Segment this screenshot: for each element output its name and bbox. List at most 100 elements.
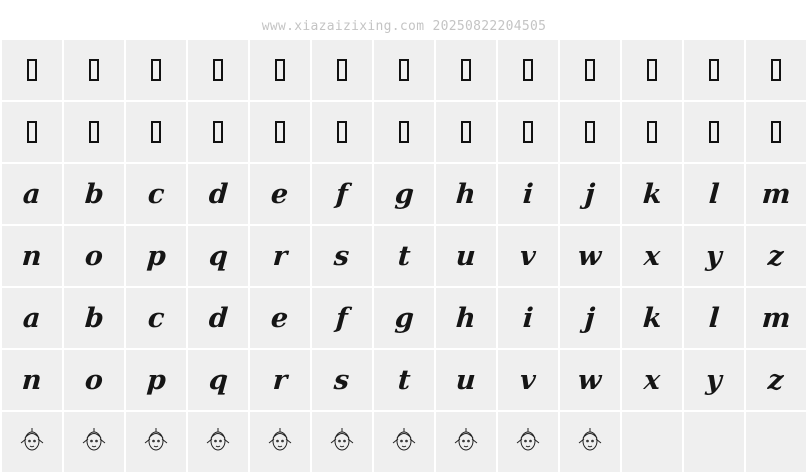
missing-glyph-box-icon — [213, 121, 223, 143]
face-glyph-icon — [452, 426, 480, 458]
glyph-letter: v — [519, 364, 537, 396]
glyph-grid: a b c d e f g h i j k l m n o p q r s t u v w x y z a b c d e f g h i j k l m n… — [2, 40, 806, 472]
glyph-letter: x — [642, 240, 662, 272]
missing-glyph-box-icon — [399, 59, 409, 81]
glyph-letter: k — [641, 178, 663, 210]
missing-glyph-box-icon — [647, 59, 657, 81]
missing-glyph-box-icon — [771, 121, 781, 143]
missing-glyph-box-icon — [213, 59, 223, 81]
glyph-cell — [188, 102, 248, 162]
glyph-cell: o — [64, 350, 124, 410]
glyph-cell: t — [374, 350, 434, 410]
glyph-cell: f — [312, 288, 372, 348]
missing-glyph-box-icon — [709, 121, 719, 143]
glyph-cell: f — [312, 164, 372, 224]
glyph-cell — [188, 412, 248, 472]
glyph-cell: q — [188, 226, 248, 286]
glyph-letter: m — [760, 302, 792, 334]
missing-glyph-box-icon — [523, 121, 533, 143]
glyph-cell — [2, 102, 62, 162]
glyph-cell — [436, 102, 496, 162]
missing-glyph-box-icon — [585, 59, 595, 81]
glyph-cell: u — [436, 350, 496, 410]
glyph-letter: t — [396, 364, 412, 396]
glyph-cell: u — [436, 226, 496, 286]
glyph-letter: p — [145, 364, 167, 396]
glyph-cell — [188, 40, 248, 100]
glyph-cell: t — [374, 226, 434, 286]
glyph-cell — [498, 412, 558, 472]
missing-glyph-box-icon — [585, 121, 595, 143]
glyph-cell: k — [622, 288, 682, 348]
glyph-cell: l — [684, 288, 744, 348]
glyph-cell: d — [188, 288, 248, 348]
glyph-letter: q — [207, 240, 229, 272]
empty-cell — [622, 412, 682, 472]
missing-glyph-box-icon — [337, 121, 347, 143]
watermark: www.xiazaizixing.com 20250822204505 — [261, 19, 547, 34]
missing-glyph-box-icon — [771, 59, 781, 81]
glyph-letter: j — [584, 302, 596, 334]
face-glyph-icon — [266, 426, 294, 458]
glyph-cell — [684, 40, 744, 100]
glyph-cell — [126, 102, 186, 162]
glyph-cell: j — [560, 164, 620, 224]
glyph-cell: p — [126, 226, 186, 286]
glyph-letter: o — [83, 364, 105, 396]
glyph-letter: a — [22, 302, 42, 334]
glyph-cell: a — [2, 164, 62, 224]
glyph-letter: h — [455, 302, 477, 334]
face-glyph-icon — [80, 426, 108, 458]
glyph-letter: b — [83, 178, 105, 210]
missing-glyph-box-icon — [461, 121, 471, 143]
glyph-cell: e — [250, 288, 310, 348]
face-glyph-icon — [514, 426, 542, 458]
glyph-cell — [746, 102, 806, 162]
missing-glyph-box-icon — [337, 59, 347, 81]
glyph-letter: r — [271, 240, 289, 272]
glyph-cell: e — [250, 164, 310, 224]
glyph-letter: b — [83, 302, 105, 334]
glyph-cell: y — [684, 226, 744, 286]
glyph-letter: q — [207, 364, 229, 396]
glyph-cell — [312, 40, 372, 100]
glyph-letter: z — [767, 240, 785, 272]
face-glyph-icon — [328, 426, 356, 458]
glyph-cell: z — [746, 226, 806, 286]
glyph-cell — [684, 102, 744, 162]
glyph-letter: n — [21, 240, 43, 272]
glyph-letter: t — [396, 240, 412, 272]
glyph-cell: n — [2, 226, 62, 286]
glyph-cell — [498, 102, 558, 162]
glyph-cell: v — [498, 226, 558, 286]
glyph-cell — [374, 40, 434, 100]
glyph-letter: c — [146, 302, 166, 334]
missing-glyph-box-icon — [151, 121, 161, 143]
glyph-cell — [498, 40, 558, 100]
glyph-cell — [250, 102, 310, 162]
glyph-letter: c — [146, 178, 166, 210]
glyph-cell: o — [64, 226, 124, 286]
glyph-cell: x — [622, 226, 682, 286]
face-glyph-icon — [142, 426, 170, 458]
glyph-cell — [436, 40, 496, 100]
glyph-letter: r — [271, 364, 289, 396]
glyph-cell — [560, 412, 620, 472]
glyph-letter: o — [83, 240, 105, 272]
glyph-cell: g — [374, 288, 434, 348]
glyph-cell: h — [436, 164, 496, 224]
glyph-cell: k — [622, 164, 682, 224]
glyph-cell: b — [64, 164, 124, 224]
missing-glyph-box-icon — [27, 121, 37, 143]
glyph-letter: l — [707, 178, 721, 210]
glyph-letter: d — [207, 178, 229, 210]
glyph-letter: s — [333, 364, 351, 396]
glyph-cell — [622, 102, 682, 162]
missing-glyph-box-icon — [523, 59, 533, 81]
glyph-letter: p — [145, 240, 167, 272]
glyph-cell — [374, 412, 434, 472]
glyph-cell — [64, 40, 124, 100]
glyph-letter: f — [335, 178, 349, 210]
glyph-letter: m — [760, 178, 792, 210]
missing-glyph-box-icon — [275, 121, 285, 143]
